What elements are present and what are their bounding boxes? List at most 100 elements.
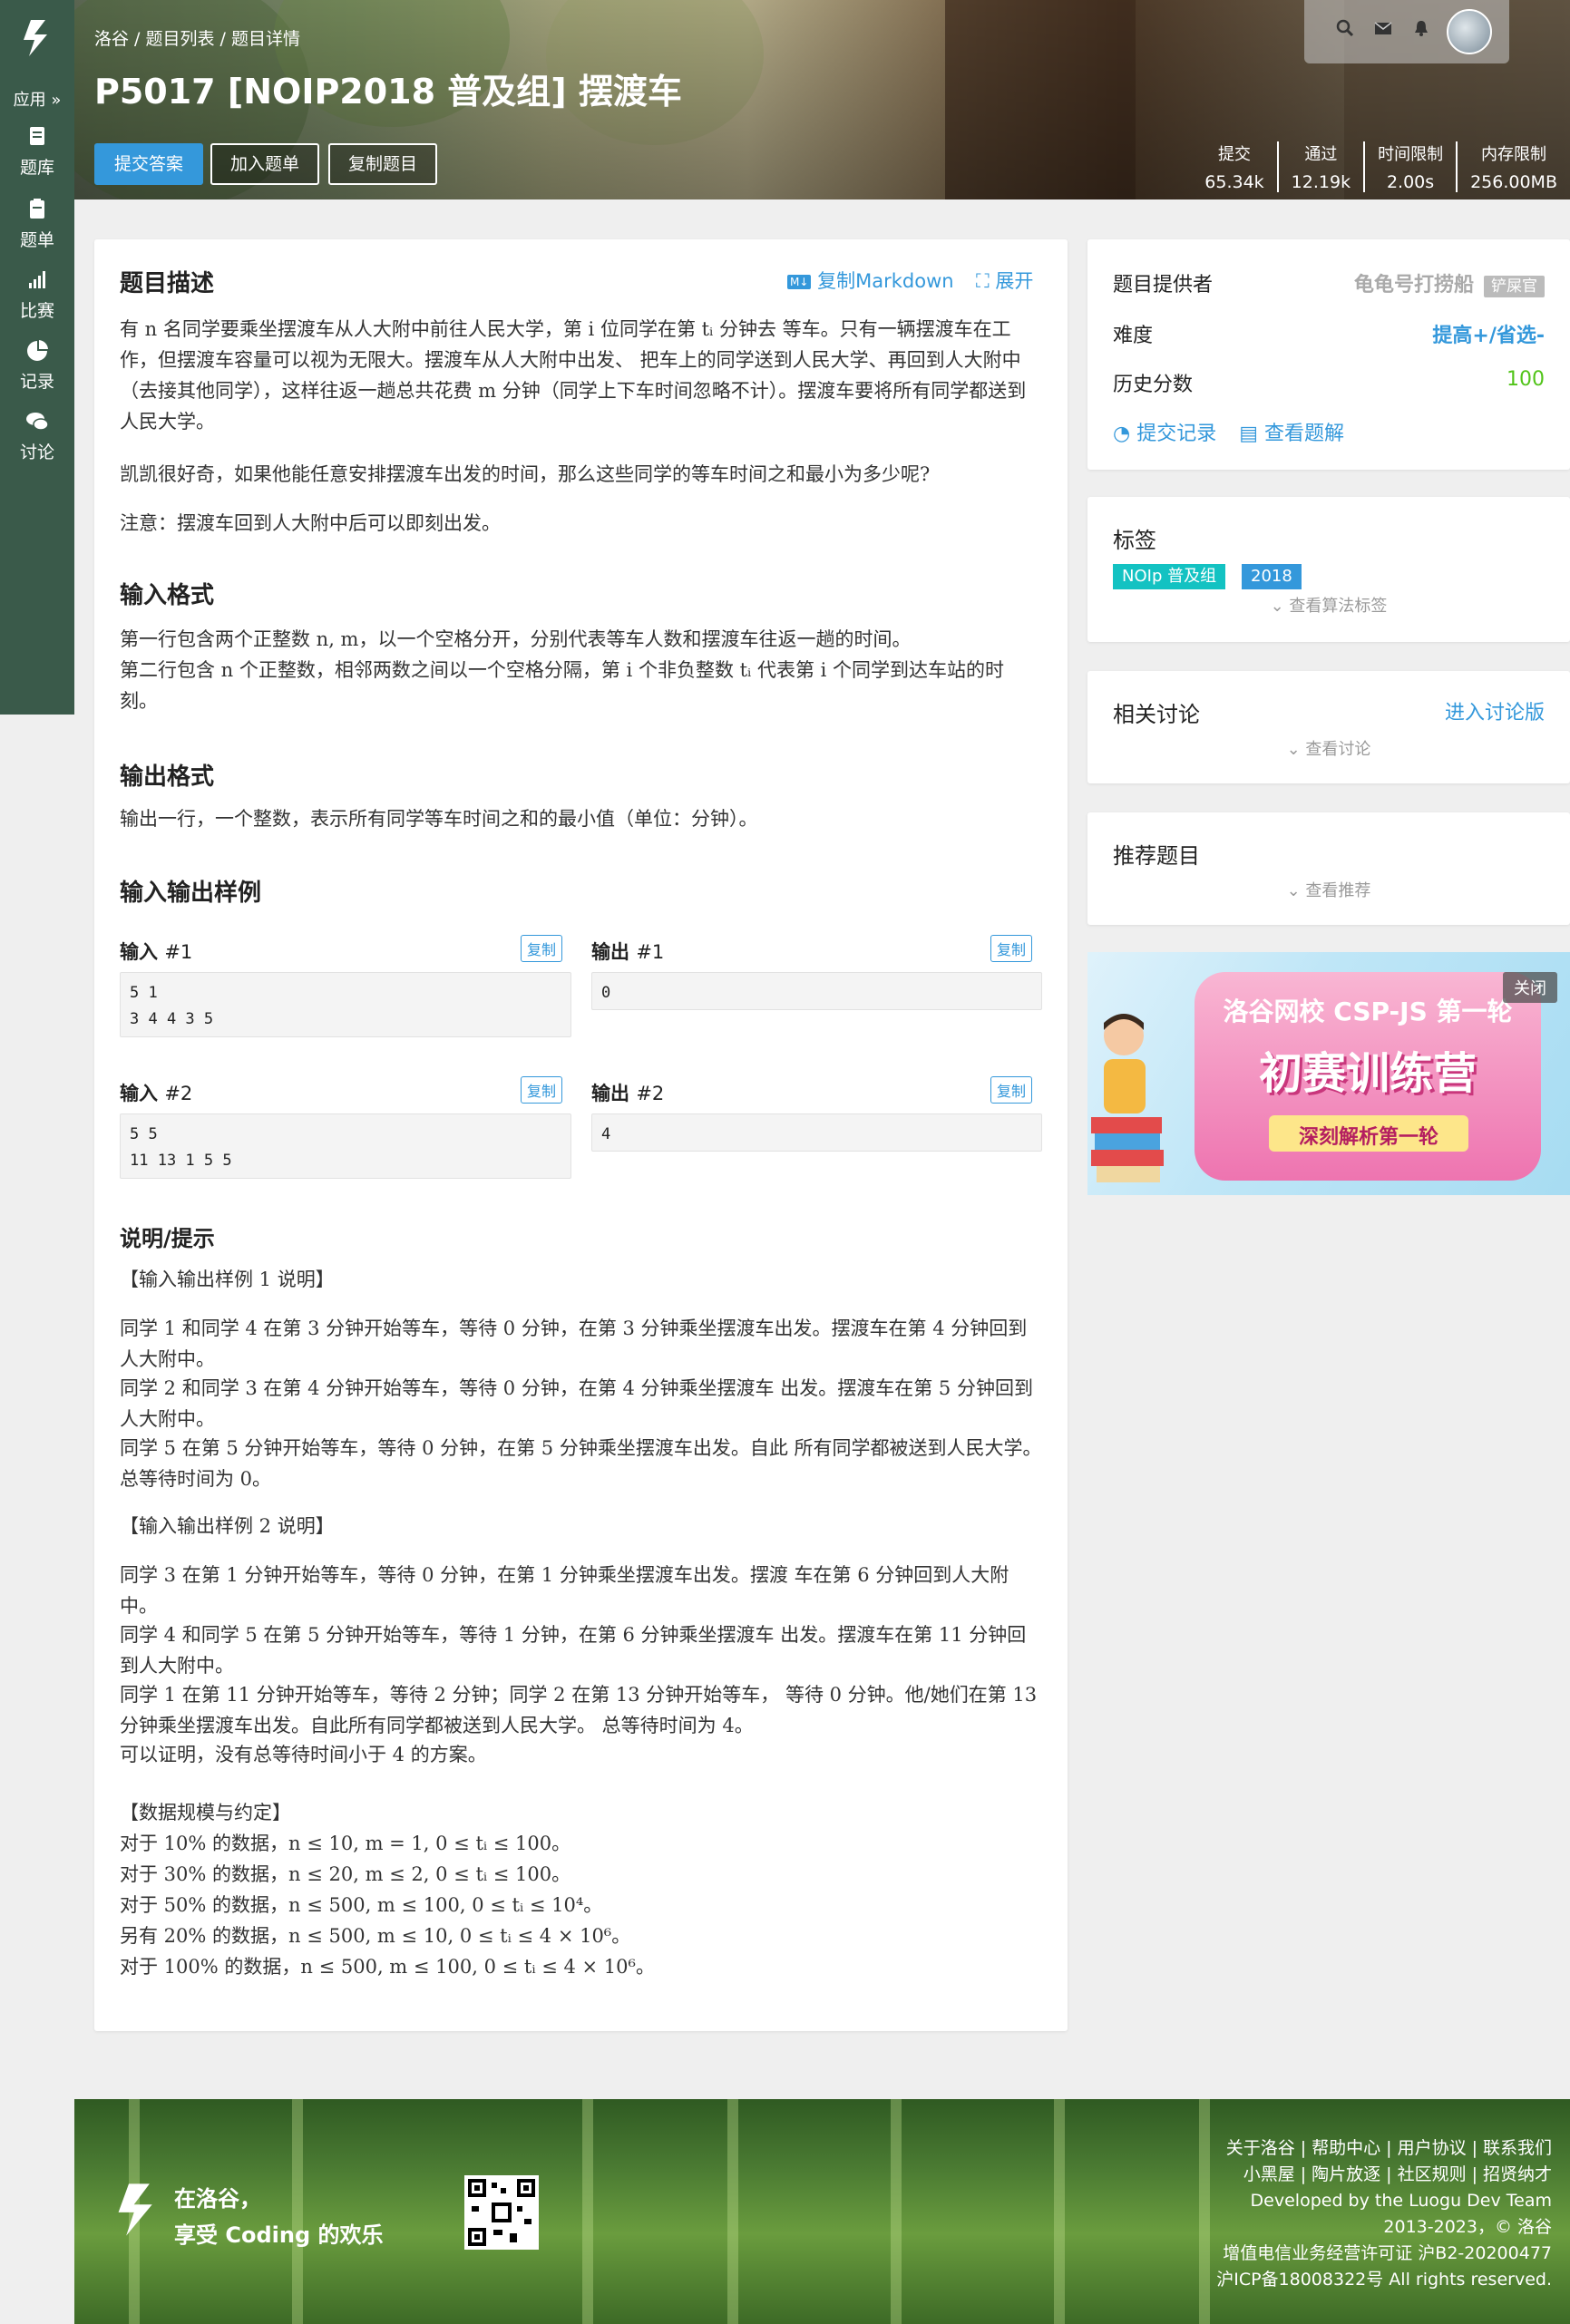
expand-icon: ⛶ xyxy=(976,270,990,292)
copy-sample-input-button[interactable]: 复制 xyxy=(521,935,563,962)
score-label: 历史分数 xyxy=(1113,374,1194,396)
footer-link-rules[interactable]: 社区规则 xyxy=(1398,2164,1467,2184)
input-format-paragraph: 第一行包含两个正整数 n, m，以一个空格分开，分别代表等车人数和摆渡车往返一趟… xyxy=(120,628,912,650)
sidebar-item-discuss[interactable]: 讨论 xyxy=(0,410,74,463)
recommend-title: 推荐题目 xyxy=(1113,843,1200,869)
footer-link-ostracism[interactable]: 陶片放逐 xyxy=(1312,2164,1380,2184)
hint-line: 对于 10% 的数据，n ≤ 10, m = 1, 0 ≤ tᵢ ≤ 100。 xyxy=(120,1833,571,1854)
submit-answer-button[interactable]: 提交答案 xyxy=(94,143,204,185)
chevron-down-icon: ⌄ xyxy=(1270,597,1284,616)
copy-markdown-link[interactable]: M↓ 复制Markdown xyxy=(787,267,954,294)
hint-line: 同学 1 在第 11 分钟开始等车，等待 2 分钟；同学 2 在第 13 分钟开… xyxy=(120,1684,1038,1736)
hint-line: 对于 50% 的数据，n ≤ 500, m ≤ 100, 0 ≤ tᵢ ≤ 10… xyxy=(120,1894,603,1916)
hint-line: 同学 1 和同学 4 在第 3 分钟开始等车，等待 0 分钟，在第 3 分钟乘坐… xyxy=(120,1318,1028,1370)
solutions-link[interactable]: ▤ 查看题解 xyxy=(1239,423,1344,445)
sample-output-code: 0 xyxy=(591,972,1042,1010)
footer-link-blacklist[interactable]: 小黑屋 xyxy=(1243,2164,1295,2184)
show-discuss-toggle[interactable]: ⌄ 查看讨论 xyxy=(1087,736,1570,760)
input-format-paragraph: 第二行包含 n 个正整数，相邻两数之间以一个空格分隔，第 i 个非负整数 tᵢ … xyxy=(120,659,1005,712)
footer-link-about[interactable]: 关于洛谷 xyxy=(1226,2138,1295,2158)
footer-icp[interactable]: 沪ICP备18008322号 All rights reserved. xyxy=(1216,2267,1552,2293)
qr-code xyxy=(464,2175,539,2250)
search-icon[interactable] xyxy=(1335,18,1355,38)
input-format-title: 输入格式 xyxy=(120,582,215,609)
discuss-icon xyxy=(26,413,49,431)
hint-line: 可以证明，没有总等待时间小于 4 的方案。 xyxy=(120,1744,487,1765)
breadcrumb-problem-list[interactable]: 题目列表 xyxy=(146,29,215,49)
provider-value: 龟龟号打捞船 铲屎官 xyxy=(1354,268,1545,297)
samples-title: 输入输出样例 xyxy=(120,880,262,907)
stat-value: 2.00s xyxy=(1386,172,1435,192)
problemset-icon xyxy=(30,127,44,145)
sidebar-item-label: 讨论 xyxy=(19,442,54,462)
stat-submissions: 提交 65.34k xyxy=(1192,141,1276,192)
footer-link-help[interactable]: 帮助中心 xyxy=(1312,2138,1380,2158)
difficulty-value[interactable]: 提高+/省选- xyxy=(1432,319,1545,348)
slogan-line: 在洛谷， xyxy=(174,2186,261,2212)
tag-year[interactable]: 2018 xyxy=(1242,564,1302,589)
chevron-down-icon: ⌄ xyxy=(1286,740,1301,759)
provider-badge: 铲屎官 xyxy=(1484,276,1545,297)
show-recommend-toggle[interactable]: ⌄ 查看推荐 xyxy=(1087,878,1570,901)
sample-input-code: 5 1 3 4 4 3 5 xyxy=(120,972,571,1037)
hint-line: 对于 30% 的数据，n ≤ 20, m ≤ 2, 0 ≤ tᵢ ≤ 100。 xyxy=(120,1863,571,1885)
problem-stats: 提交 65.34k 通过 12.19k 时间限制 2.00s 内存限制 256.00MB xyxy=(1192,141,1570,192)
problem-content-card: 题目描述 M↓ 复制Markdown ⛶ 展开 有 n 名同学要乘坐摆渡车从人大… xyxy=(94,239,1068,2031)
copy-problem-button[interactable]: 复制题目 xyxy=(328,143,438,185)
provider-row: 题目提供者 龟龟号打捞船 铲屎官 xyxy=(1113,268,1545,297)
footer: 在洛谷， 享受 Coding 的欢乐 关于洛谷 | 帮助中心 | 用户协议 | 联系我们 小… xyxy=(74,2099,1570,2324)
hint-section-title: 【数据规模与约定】 xyxy=(120,1802,291,1823)
ad-close-button[interactable]: 关闭 xyxy=(1503,972,1557,1003)
footer-slogan: 在洛谷， 享受 Coding 的欢乐 xyxy=(174,2181,383,2253)
records-link-label: 提交记录 xyxy=(1136,423,1217,445)
bell-icon[interactable] xyxy=(1411,18,1431,38)
enter-discuss-link[interactable]: 进入讨论版 xyxy=(1445,696,1545,725)
output-format-title: 输出格式 xyxy=(120,763,215,791)
user-avatar[interactable] xyxy=(1447,9,1492,54)
footer-link-contact[interactable]: 联系我们 xyxy=(1483,2138,1552,2158)
sidebar-item-label: 题单 xyxy=(19,230,54,250)
footer-license[interactable]: 增值电信业务经营许可证 沪B2-20200477 xyxy=(1216,2241,1552,2267)
ad-banner[interactable]: 洛谷网校 CSP-JS 第一轮 初赛训练营 深刻解析第一轮 关闭 xyxy=(1087,952,1570,1195)
expand-label: 展开 xyxy=(995,270,1034,292)
sidebar-item-contest[interactable]: 比赛 xyxy=(0,268,74,322)
stat-label: 时间限制 xyxy=(1378,145,1444,164)
copy-sample-output-button[interactable]: 复制 xyxy=(990,935,1033,962)
sample-input-label: 输入 #2 xyxy=(120,1083,193,1104)
records-link[interactable]: ◔ 提交记录 xyxy=(1113,423,1216,445)
pie-chart-icon: ◔ xyxy=(1113,423,1131,445)
footer-dev-team: Developed by the Luogu Dev Team xyxy=(1250,2191,1552,2211)
output-format-paragraph: 输出一行，一个整数，表示所有同学等车时间之和的最小值（单位：分钟）。 xyxy=(120,808,758,830)
show-algo-tags-label: 查看算法标签 xyxy=(1289,597,1388,616)
sidebar-app-menu[interactable]: 应用 » xyxy=(0,87,74,111)
stat-value: 65.34k xyxy=(1204,172,1264,192)
sidebar-item-record[interactable]: 记录 xyxy=(0,339,74,393)
sidebar-item-problemset[interactable]: 题库 xyxy=(0,125,74,179)
expand-link[interactable]: ⛶ 展开 xyxy=(976,267,1033,294)
copy-sample-input-button[interactable]: 复制 xyxy=(521,1076,563,1104)
breadcrumb-home[interactable]: 洛谷 xyxy=(94,29,129,49)
provider-label: 题目提供者 xyxy=(1113,274,1214,297)
add-to-list-button[interactable]: 加入题单 xyxy=(210,143,320,185)
hint-line: 同学 3 在第 1 分钟开始等车，等待 0 分钟，在第 1 分钟乘坐摆渡车出发。… xyxy=(120,1564,1009,1617)
provider-name[interactable]: 龟龟号打捞船 xyxy=(1354,274,1474,297)
luogu-logo-icon[interactable] xyxy=(18,16,56,60)
student-illustration-icon xyxy=(1091,1014,1164,1182)
discuss-title: 相关讨论 xyxy=(1113,702,1200,727)
sidebar-item-training[interactable]: 题单 xyxy=(0,198,74,251)
mail-icon[interactable] xyxy=(1373,18,1393,38)
breadcrumb: 洛谷 / 题目列表 / 题目详情 xyxy=(94,29,301,49)
footer-links-row: 小黑屋 | 陶片放逐 | 社区规则 | 招贤纳才 xyxy=(1243,2164,1552,2184)
tag-noip[interactable]: NOIp 普及组 xyxy=(1113,564,1226,589)
copy-sample-output-button[interactable]: 复制 xyxy=(990,1076,1033,1104)
show-algo-tags-toggle[interactable]: ⌄ 查看算法标签 xyxy=(1087,593,1570,617)
show-discuss-label: 查看讨论 xyxy=(1305,740,1371,759)
stat-label: 内存限制 xyxy=(1481,145,1547,164)
footer-link-jobs[interactable]: 招贤纳才 xyxy=(1483,2164,1552,2184)
solutions-link-label: 查看题解 xyxy=(1264,423,1345,445)
footer-link-terms[interactable]: 用户协议 xyxy=(1398,2138,1467,2158)
sidebar: 应用 » 题库 题单 比赛 记录 讨论 xyxy=(0,0,74,715)
quick-links-row: ◔ 提交记录 ▤ 查看题解 xyxy=(1113,417,1545,446)
hint-section-title: 【输入输出样例 2 说明】 xyxy=(120,1515,335,1537)
stat-value: 12.19k xyxy=(1291,172,1351,192)
